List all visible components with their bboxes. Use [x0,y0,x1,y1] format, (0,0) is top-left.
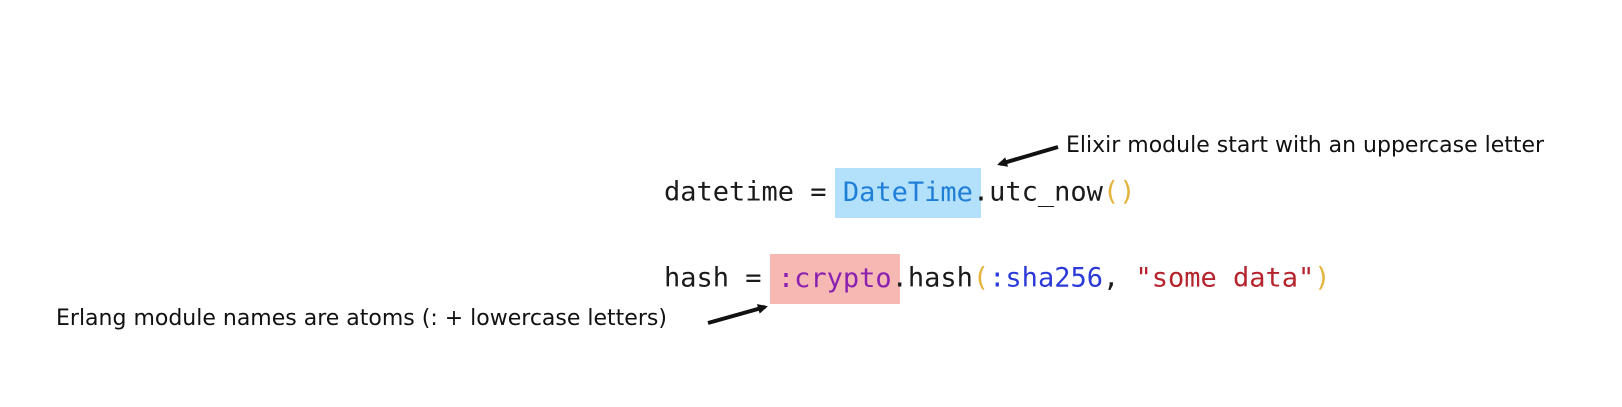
close-paren: ) [1119,176,1136,208]
code-line-hash: hash = :crypto.hash(:sha256, "some data"… [664,254,1331,304]
elixir-arrow-icon [997,145,1059,167]
atom-sha256: :sha256 [989,262,1103,294]
comma: , [1102,262,1136,294]
elixir-annotation: Elixir module start with an uppercase le… [1066,133,1545,158]
variable-hash: hash [664,262,730,294]
string-some-data: "some data" [1135,262,1315,294]
open-paren: ( [1102,176,1120,208]
variable-datetime: datetime [664,176,795,208]
open-paren: ( [972,262,990,294]
module-dot: . [891,262,908,294]
code-line-datetime: datetime = DateTime.utc_now() [664,168,1135,218]
erlang-annotation: Erlang module names are atoms (: + lower… [56,306,667,331]
close-paren: ) [1314,262,1331,294]
elixir-module-highlight: DateTime [834,168,981,218]
function-utc-now: utc_now [989,176,1103,208]
module-dot: . [972,176,990,208]
erlang-arrow-icon [707,304,768,325]
erlang-module-highlight: :crypto [769,254,900,304]
function-hash: hash [907,262,973,294]
